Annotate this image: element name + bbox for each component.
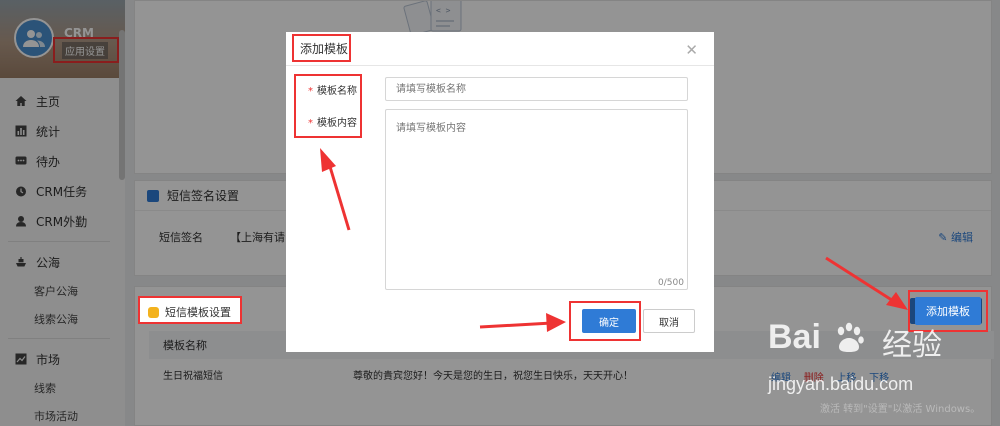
cancel-button[interactable]: 取消 [643, 309, 695, 333]
watermark-cn-text: 经验 [882, 328, 942, 363]
template-title-highlight: 短信模板设置 [148, 304, 231, 320]
baidu-watermark: Bai 经验 jingyan.baidu.com 激活 转到"设置"以激活 Wi… [768, 318, 996, 422]
annotation-box-confirm [569, 301, 641, 341]
watermark-url: jingyan.baidu.com [768, 374, 914, 394]
char-counter: 0/500 [658, 278, 684, 288]
template-content-textarea[interactable] [385, 109, 688, 290]
panel-title: 短信模板设置 [165, 306, 231, 319]
close-icon[interactable]: ✕ [685, 41, 698, 59]
watermark-logo-text: Bai [768, 318, 821, 356]
annotation-box-template-title: 短信模板设置 [138, 296, 242, 324]
annotation-box-form-labels [294, 74, 362, 138]
windows-activation-text: 激活 转到"设置"以激活 Windows。 [820, 404, 981, 415]
template-name-input[interactable] [385, 77, 688, 101]
paw-icon [837, 322, 864, 352]
message-icon [148, 306, 159, 318]
annotation-box-dialog-title [292, 34, 351, 62]
